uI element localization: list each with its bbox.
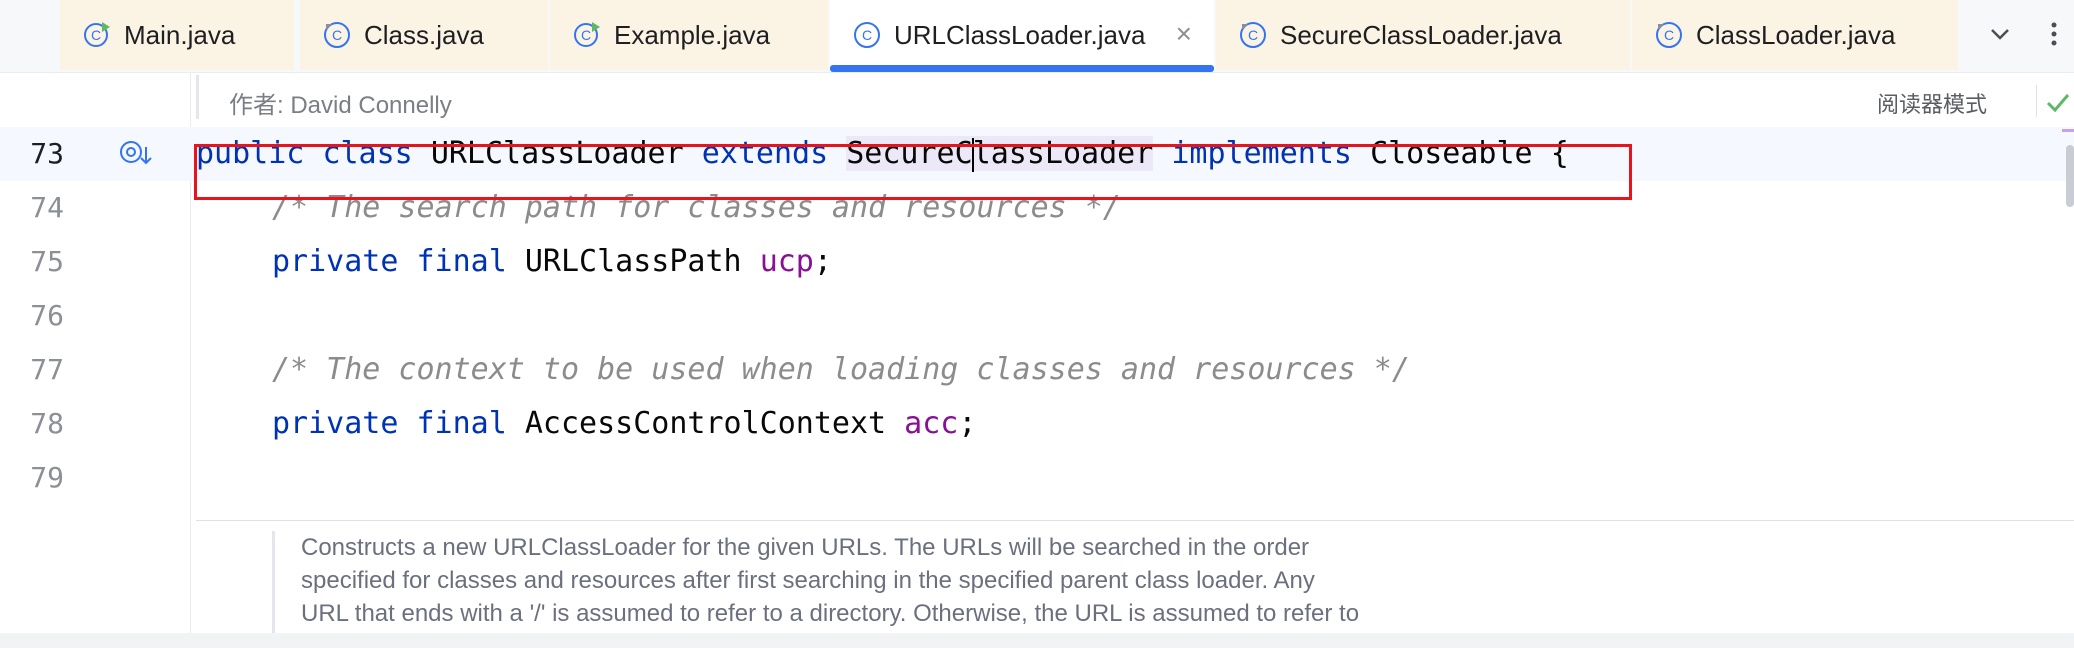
checkmark-icon bbox=[2046, 94, 2070, 113]
svg-text:C: C bbox=[581, 27, 591, 43]
code-line-75[interactable]: 75 private final URLClassPath ucp; bbox=[0, 235, 2074, 289]
class-runnable-icon: C bbox=[574, 22, 600, 47]
semicolon: ; bbox=[958, 406, 977, 441]
type-name: URLClassPath bbox=[524, 244, 742, 279]
more-options-icon[interactable] bbox=[2036, 16, 2072, 52]
doc-divider bbox=[196, 520, 2074, 521]
scroll-marker bbox=[2062, 129, 2074, 132]
keyword: private bbox=[272, 406, 399, 441]
code-comment: /* The context to be used when loading c… bbox=[272, 352, 1410, 387]
class-icon: C bbox=[1240, 22, 1266, 48]
line-number: 77 bbox=[30, 353, 64, 386]
doc-line: Constructs a new URLClassLoader for the … bbox=[301, 534, 1310, 561]
field-name: acc bbox=[904, 406, 959, 441]
svg-text:C: C bbox=[862, 27, 872, 43]
overridden-method-icon[interactable] bbox=[118, 139, 154, 169]
code-line-79[interactable]: 79 bbox=[0, 451, 2074, 505]
code-text: private final AccessControlContext acc; bbox=[272, 397, 976, 451]
close-tab-icon[interactable]: × bbox=[1176, 19, 1192, 49]
doc-author-bar: 作者: David Connelly 阅读器模式 bbox=[196, 75, 1999, 119]
class-icon: C bbox=[324, 22, 350, 48]
status-bar bbox=[0, 633, 2074, 648]
line-number: 76 bbox=[30, 299, 64, 332]
doc-line: specified for classes and resources afte… bbox=[301, 567, 1315, 594]
line-number: 78 bbox=[30, 407, 64, 440]
class-icon: C bbox=[1656, 22, 1682, 48]
tab-secureclassloader-java[interactable]: C SecureClassLoader.java bbox=[1216, 0, 1630, 70]
inspection-separator bbox=[2036, 85, 2037, 117]
line-number: 73 bbox=[30, 137, 64, 170]
class-runnable-icon: C bbox=[84, 22, 110, 47]
vertical-scrollbar[interactable] bbox=[2066, 145, 2074, 207]
reader-mode-button[interactable]: 阅读器模式 bbox=[1877, 87, 1987, 119]
tab-label: ClassLoader.java bbox=[1696, 19, 1896, 50]
line-number: 75 bbox=[30, 245, 64, 278]
tab-label: Example.java bbox=[614, 19, 771, 50]
tab-label: Main.java bbox=[124, 19, 236, 50]
field-name: ucp bbox=[759, 244, 814, 279]
type-name: AccessControlContext bbox=[524, 406, 887, 441]
class-icon: C bbox=[854, 22, 880, 48]
code-line-78[interactable]: 78 private final AccessControlContext ac… bbox=[0, 397, 2074, 451]
line-number: 74 bbox=[30, 191, 64, 224]
line-number: 79 bbox=[30, 461, 64, 494]
editor-tab-bar: C Main.java C Class.java C Example.java … bbox=[0, 0, 2074, 73]
svg-text:C: C bbox=[1664, 27, 1674, 43]
svg-text:C: C bbox=[91, 27, 101, 43]
semicolon: ; bbox=[813, 244, 832, 279]
tab-label: Class.java bbox=[364, 19, 484, 50]
tab-main-java[interactable]: C Main.java bbox=[60, 0, 294, 70]
chevron-down-icon[interactable] bbox=[1982, 16, 2018, 52]
tab-label: SecureClassLoader.java bbox=[1280, 19, 1562, 50]
svg-text:C: C bbox=[332, 27, 342, 43]
keyword: final bbox=[416, 244, 507, 279]
svg-text:C: C bbox=[1248, 27, 1258, 43]
keyword: final bbox=[416, 406, 507, 441]
doc-line: URL that ends with a '/' is assumed to r… bbox=[301, 600, 1360, 627]
code-text: private final URLClassPath ucp; bbox=[272, 235, 832, 289]
code-line-77[interactable]: 77 /* The context to be used when loadin… bbox=[0, 343, 2074, 397]
tab-example-java[interactable]: C Example.java bbox=[550, 0, 828, 70]
active-tab-indicator bbox=[830, 65, 1214, 72]
tab-classloader-java[interactable]: C ClassLoader.java bbox=[1632, 0, 1958, 70]
code-line-76[interactable]: 76 bbox=[0, 289, 2074, 343]
keyword: private bbox=[272, 244, 399, 279]
highlight-box bbox=[194, 144, 1632, 200]
tab-urlclassloader-java[interactable]: C URLClassLoader.java × bbox=[830, 0, 1214, 72]
tab-label: URLClassLoader.java bbox=[894, 19, 1146, 50]
doc-author: 作者: David Connelly bbox=[229, 92, 452, 119]
rendered-javadoc: Constructs a new URLClassLoader for the … bbox=[272, 531, 1592, 641]
tab-class-java[interactable]: C Class.java bbox=[300, 0, 548, 70]
